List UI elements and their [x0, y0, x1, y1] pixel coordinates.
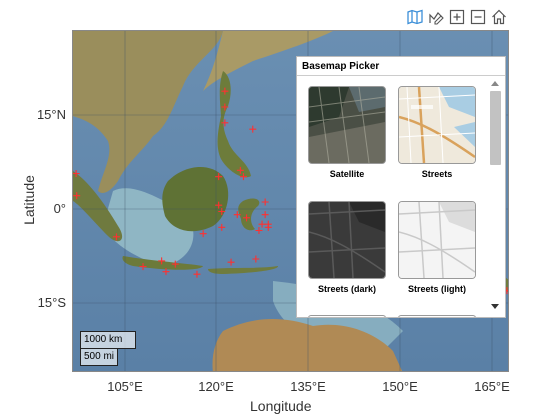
y-tick-label: 0° — [53, 201, 66, 216]
axes-toolbar — [406, 8, 508, 28]
streets-thumbnail — [398, 86, 476, 164]
scroll-down-arrow-icon[interactable] — [491, 304, 499, 309]
streets-light-thumbnail — [398, 201, 476, 279]
basemap-option-streets-light[interactable]: Streets (light) — [397, 201, 477, 294]
data-tips-button[interactable] — [427, 8, 445, 26]
picker-scrollbar[interactable] — [489, 79, 503, 315]
satellite-thumbnail — [308, 86, 386, 164]
home-icon — [492, 9, 506, 25]
x-axis-label: Longitude — [250, 398, 312, 414]
basemap-option-satellite[interactable]: Satellite — [307, 86, 387, 179]
x-tick-label: 120°E — [198, 379, 234, 394]
picker-title: Basemap Picker — [302, 61, 380, 72]
streets-dark-thumbnail — [308, 201, 386, 279]
option-label-streets-light: Streets (light) — [407, 284, 466, 294]
restore-view-button[interactable] — [490, 8, 508, 26]
scale-bar-km: 1000 km — [80, 331, 136, 349]
picker-divider — [297, 75, 505, 76]
x-tick-label: 105°E — [107, 379, 143, 394]
zoom-out-icon — [470, 9, 486, 25]
option-label-streets-dark: Streets (dark) — [317, 284, 377, 294]
y-tick-label: 15°N — [36, 107, 66, 122]
basemap-option-partial[interactable] — [307, 315, 387, 317]
zoom-out-button[interactable] — [469, 8, 487, 26]
x-tick-label: 150°E — [382, 379, 418, 394]
option-label-streets: Streets — [421, 169, 453, 179]
basemap-picker-panel: Basemap Picker Satellite Streets Streets… — [296, 56, 506, 318]
basemap-picker-button[interactable] — [406, 8, 424, 26]
scale-bar-mi: 500 mi — [80, 349, 118, 366]
basemap-option-streets-dark[interactable]: Streets (dark) — [307, 201, 387, 294]
scrollbar-thumb[interactable] — [490, 91, 501, 165]
map-icon — [407, 9, 423, 25]
zoom-in-button[interactable] — [448, 8, 466, 26]
x-tick-label: 165°E — [474, 379, 510, 394]
basemap-option-streets[interactable]: Streets — [397, 86, 477, 179]
zoom-in-icon — [449, 9, 465, 25]
scroll-up-arrow-icon[interactable] — [491, 81, 499, 86]
option-label-satellite: Satellite — [329, 169, 365, 179]
y-tick-label: 15°S — [37, 295, 66, 310]
x-tick-label: 135°E — [290, 379, 326, 394]
y-axis-label: Latitude — [21, 175, 37, 225]
scale-bar: 1000 km 500 mi — [80, 331, 136, 366]
basemap-option-partial[interactable] — [397, 315, 477, 317]
datatip-pen-icon — [429, 12, 444, 25]
